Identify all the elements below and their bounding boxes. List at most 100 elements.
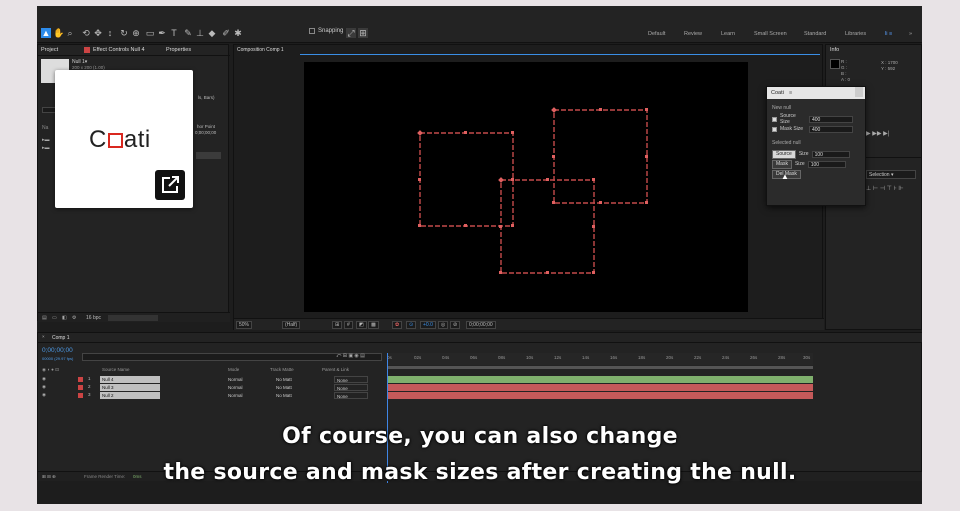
selection-dropdown[interactable]: Selection ▾ bbox=[866, 170, 916, 179]
workspace-active-indicator[interactable]: li ≡ bbox=[885, 31, 892, 37]
work-area-bar[interactable] bbox=[387, 366, 813, 369]
mask-size-checkbox[interactable] bbox=[772, 126, 777, 132]
layer-mode[interactable]: Normal bbox=[228, 384, 248, 391]
dolly-tool-icon[interactable]: ↕ bbox=[105, 28, 115, 38]
label-color-swatch[interactable] bbox=[78, 377, 83, 382]
comp-canvas[interactable] bbox=[304, 62, 748, 312]
workspace-standard[interactable]: Standard bbox=[804, 31, 826, 37]
layer-parent[interactable]: None bbox=[334, 392, 368, 399]
mask-button[interactable]: Mask bbox=[772, 159, 792, 169]
layer-bar-2[interactable] bbox=[387, 384, 813, 391]
tab-project[interactable]: Project bbox=[41, 47, 58, 53]
align-icons[interactable]: ⊥ ⊢ ⊣ ⊤ ⊦ ⊩ bbox=[866, 185, 904, 192]
layer-bar-1[interactable] bbox=[387, 376, 813, 383]
pen-tool-icon[interactable]: ✒ bbox=[157, 28, 167, 38]
dialog-close-icon[interactable] bbox=[855, 87, 863, 97]
external-link-button[interactable] bbox=[155, 170, 185, 200]
grid-icon[interactable]: # bbox=[344, 321, 353, 329]
tab-effect-controls[interactable]: Effect Controls Null 4 bbox=[93, 47, 145, 53]
pan-tool-icon[interactable]: ✥ bbox=[93, 28, 103, 38]
layer-row-2[interactable]: ◉ 2 Null 3 Normal No Matt None bbox=[38, 384, 383, 391]
eraser-tool-icon[interactable]: ◆ bbox=[207, 28, 217, 38]
color-channel-icon[interactable]: ✿ bbox=[392, 321, 403, 329]
folder-icon[interactable]: ▸▬ bbox=[42, 145, 50, 151]
timeline-timecode[interactable]: 0;00;00;00 bbox=[42, 347, 73, 354]
layer-parent[interactable]: None bbox=[334, 376, 368, 383]
visibility-icon[interactable]: ◉ bbox=[42, 376, 46, 382]
viewer-timecode[interactable]: 0;00;00;00 bbox=[466, 321, 496, 329]
mask-size-input[interactable]: 400 bbox=[809, 125, 853, 133]
workspace-libraries[interactable]: Libraries bbox=[845, 31, 866, 37]
tab-comp-1[interactable]: Comp 1 bbox=[52, 335, 70, 341]
layer-parent[interactable]: None bbox=[334, 384, 368, 391]
new-folder-icon[interactable]: ▭ bbox=[52, 315, 57, 321]
tab-composition[interactable]: Composition Comp 1 bbox=[237, 47, 284, 53]
layer-row-3[interactable]: ◉ 3 Null 2 Normal No Matt None bbox=[38, 392, 383, 399]
bit-depth[interactable]: 16 bpc bbox=[86, 315, 101, 321]
layer-track-matte[interactable]: No Matt bbox=[276, 384, 298, 391]
mask-visibility-icon[interactable]: ◩ bbox=[356, 321, 367, 329]
source-size-input[interactable]: 400 bbox=[809, 115, 853, 123]
anchor-value-field[interactable] bbox=[196, 152, 221, 159]
selected-source-size-input[interactable]: 100 bbox=[811, 150, 850, 158]
selection-tool-icon[interactable]: ▲ bbox=[41, 28, 51, 38]
tab-info[interactable]: Info bbox=[830, 47, 839, 53]
type-tool-icon[interactable]: T bbox=[169, 28, 179, 38]
snapping-checkbox[interactable] bbox=[309, 28, 315, 34]
time-ruler[interactable]: 0s 02s 04s 06s 08s 10s 12s 14s 16s 18s 2… bbox=[387, 353, 813, 365]
null-4-mask[interactable] bbox=[553, 109, 648, 204]
layer-mode[interactable]: Normal bbox=[228, 376, 248, 383]
visibility-icon[interactable]: ◉ bbox=[42, 392, 46, 398]
null-3-mask[interactable] bbox=[500, 179, 595, 274]
workspace-learn[interactable]: Learn bbox=[721, 31, 735, 37]
zoom-dropdown[interactable]: 50% bbox=[236, 321, 253, 329]
layer-row-1[interactable]: ◉ 1 Null 4 Normal No Matt None bbox=[38, 376, 383, 383]
view-options-icon[interactable]: ⊞ bbox=[332, 321, 343, 329]
brush-tool-icon[interactable]: ✎ bbox=[183, 28, 193, 38]
interpret-footage-icon[interactable]: ▤ bbox=[42, 315, 47, 321]
reset-exposure-icon[interactable]: +0.0 bbox=[420, 321, 436, 329]
search-field[interactable] bbox=[42, 107, 56, 113]
workspace-review[interactable]: Review bbox=[684, 31, 702, 37]
orbit-tool-icon[interactable]: ⟲ bbox=[81, 28, 91, 38]
layer-bar-3[interactable] bbox=[387, 392, 813, 399]
layer-name[interactable]: Null 4 bbox=[100, 376, 160, 383]
source-button[interactable]: Source bbox=[772, 149, 796, 159]
workspace-small-screen[interactable]: Small Screen bbox=[754, 31, 787, 37]
snapshot-icon[interactable]: ◎ bbox=[438, 321, 449, 329]
new-comp-icon[interactable]: ◧ bbox=[62, 315, 67, 321]
layer-name[interactable]: Null 2 bbox=[100, 392, 160, 399]
layer-mode[interactable]: Normal bbox=[228, 392, 248, 399]
exposure-icon[interactable]: ⊙ bbox=[406, 321, 417, 329]
label-color-swatch[interactable] bbox=[78, 393, 83, 398]
hand-tool-icon[interactable]: ✋ bbox=[53, 28, 64, 38]
roto-tool-icon[interactable]: ✐ bbox=[221, 28, 231, 38]
project-settings-icon[interactable]: ⚙ bbox=[72, 315, 76, 321]
resolution-dropdown[interactable]: (Half) bbox=[282, 321, 301, 329]
zoom-tool-icon[interactable]: ⌕ bbox=[65, 28, 75, 38]
timeline-close-icon[interactable]: × bbox=[42, 334, 45, 339]
selected-mask-size-input[interactable]: 100 bbox=[807, 160, 846, 168]
label-color-swatch[interactable] bbox=[78, 385, 83, 390]
dialog-menu-icon[interactable]: ≡ bbox=[789, 87, 792, 99]
layer-track-matte[interactable]: No Matt bbox=[276, 392, 298, 399]
workspace-default[interactable]: Default bbox=[648, 31, 665, 37]
show-snapshot-icon[interactable]: ⊘ bbox=[450, 321, 461, 329]
rotate-tool-icon[interactable]: ↻ bbox=[119, 28, 129, 38]
layer-name[interactable]: Null 3 bbox=[100, 384, 160, 391]
layer-track-matte[interactable]: No Matt bbox=[276, 376, 298, 383]
anchor-tool-icon[interactable]: ⊕ bbox=[131, 28, 141, 38]
source-size-checkbox[interactable] bbox=[772, 116, 777, 122]
workspace-expand[interactable]: » bbox=[909, 31, 912, 37]
shape-tool-icon[interactable]: ▭ bbox=[145, 28, 155, 38]
clone-tool-icon[interactable]: ⊥ bbox=[195, 28, 205, 38]
transparency-grid-icon[interactable]: ▩ bbox=[368, 321, 379, 329]
playback-controls[interactable]: ▶ ▶▶ ▶| bbox=[866, 130, 889, 137]
visibility-icon[interactable]: ◉ bbox=[42, 384, 46, 390]
snapping-toggle[interactable]: Snapping bbox=[309, 28, 343, 34]
folder-icon[interactable]: ▸▬ bbox=[42, 137, 50, 143]
puppet-tool-icon[interactable]: ✱ bbox=[233, 28, 243, 38]
snap-grid-icon[interactable]: ⊞ bbox=[358, 28, 368, 38]
snap-options-icon[interactable]: ⤢ bbox=[346, 28, 356, 38]
tab-properties[interactable]: Properties bbox=[166, 47, 191, 53]
